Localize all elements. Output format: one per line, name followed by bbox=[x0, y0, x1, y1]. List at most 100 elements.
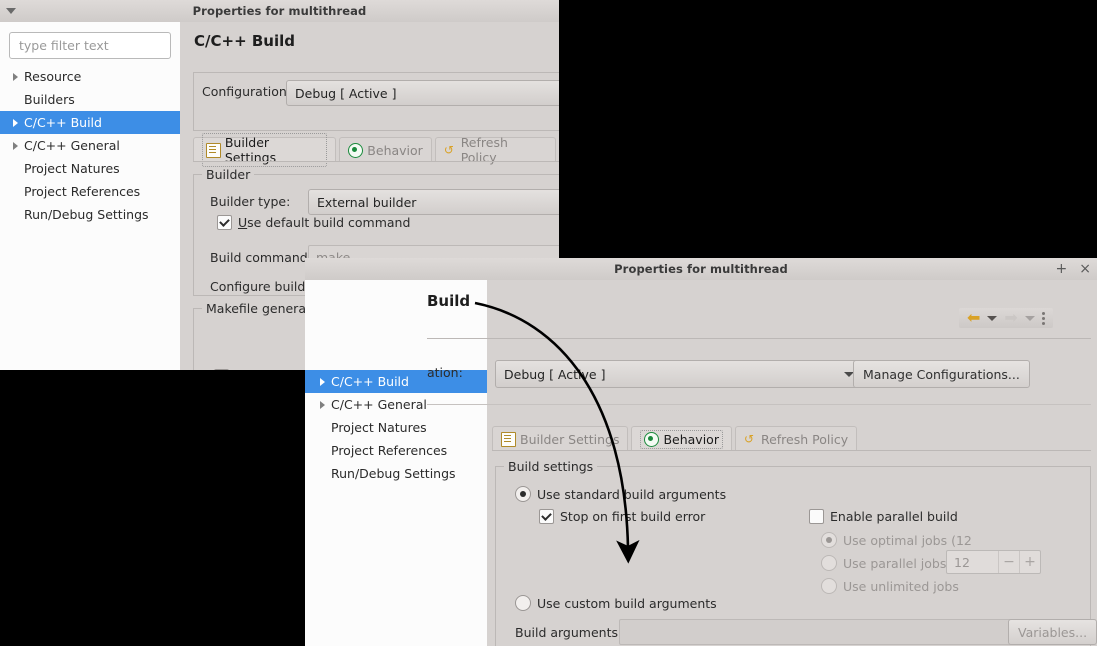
forward-arrow-icon[interactable]: ➡ bbox=[1004, 310, 1017, 326]
stepper-decrement-button[interactable]: − bbox=[999, 554, 1019, 570]
use-default-build-command-label: UUse default build commandse default bui… bbox=[238, 215, 411, 230]
window2-tabs[interactable]: Builder Settings Behavior ↺ Refresh Poli… bbox=[492, 425, 860, 451]
sidebar-item-run-debug-settings[interactable]: Run/Debug Settings bbox=[0, 203, 180, 226]
window2-tree-panel[interactable]: C/C++ Build C/C++ General Project Nature… bbox=[305, 280, 487, 646]
enable-parallel-build-checkbox[interactable] bbox=[809, 509, 824, 524]
sidebar-item-label: Run/Debug Settings bbox=[24, 207, 149, 222]
tab-builder-settings[interactable]: Builder Settings bbox=[193, 133, 337, 167]
sidebar-item-project-natures[interactable]: Project Natures bbox=[0, 157, 180, 180]
sidebar-item-project-references[interactable]: Project References bbox=[0, 180, 180, 203]
window1-menu-button[interactable] bbox=[6, 0, 16, 22]
use-unlimited-jobs-label: Use unlimited jobs bbox=[843, 578, 959, 594]
use-unlimited-jobs-radio[interactable] bbox=[821, 578, 837, 594]
sidebar-item-project-natures[interactable]: Project Natures bbox=[305, 416, 487, 439]
properties-window-2[interactable]: Properties for multithread + × C/C++ Bui… bbox=[305, 258, 1097, 646]
expand-twisty-icon[interactable] bbox=[8, 118, 22, 127]
use-unlimited-jobs-row[interactable]: Use unlimited jobs bbox=[821, 578, 959, 594]
window1-title: Properties for multithread bbox=[192, 4, 367, 18]
sidebar-item-label: Project Natures bbox=[331, 420, 427, 435]
navigation-toolbar[interactable]: ⬅ ➡ bbox=[959, 308, 1053, 328]
window1-tree-panel[interactable]: type filter text Resource Builders C/C++… bbox=[0, 22, 180, 370]
tab-refresh-policy[interactable]: ↺ Refresh Policy bbox=[734, 426, 858, 451]
sidebar-item-c-cpp-build[interactable]: C/C++ Build bbox=[0, 111, 180, 134]
page-title: C/C++ Build bbox=[194, 32, 295, 50]
tab-underline bbox=[492, 450, 1091, 451]
configuration-value: Debug [ Active ] bbox=[504, 366, 606, 382]
stepper-increment-button[interactable]: + bbox=[1020, 554, 1040, 570]
maximize-button[interactable]: + bbox=[1056, 262, 1068, 276]
configuration-combo[interactable]: Debug [ Active ] bbox=[495, 360, 861, 388]
window2-content: Build ⬅ ➡ ation: Debug [ Active ] Manage… bbox=[427, 280, 1097, 646]
sidebar-item-run-debug-settings[interactable]: Run/Debug Settings bbox=[305, 462, 487, 485]
builder-type-combo[interactable]: External builder bbox=[308, 189, 559, 215]
tab-builder-settings[interactable]: Builder Settings bbox=[492, 426, 629, 451]
close-button[interactable]: × bbox=[1079, 262, 1091, 276]
builder-group-legend: Builder bbox=[202, 167, 255, 182]
configuration-value: Debug [ Active ] bbox=[295, 85, 397, 101]
configuration-combo[interactable]: Debug [ Active ] bbox=[286, 80, 559, 106]
use-parallel-jobs-row[interactable]: Use parallel jobs: bbox=[821, 555, 951, 571]
sidebar-item-project-references[interactable]: Project References bbox=[305, 439, 487, 462]
generate-makefiles-checkbox[interactable] bbox=[214, 369, 229, 370]
desktop-backdrop-right bbox=[559, 0, 1097, 256]
use-standard-build-arguments-row[interactable]: Use standard build arguments bbox=[515, 486, 726, 502]
sidebar-item-label: C/C++ Build bbox=[24, 115, 102, 130]
sidebar-item-label: C/C++ General bbox=[331, 397, 427, 412]
back-history-chevron-down-icon[interactable] bbox=[987, 315, 998, 321]
back-arrow-icon[interactable]: ⬅ bbox=[967, 310, 980, 326]
window1-tabs[interactable]: Builder Settings Behavior ↺ Refresh Poli… bbox=[193, 133, 559, 167]
expand-twisty-icon[interactable] bbox=[315, 377, 329, 386]
caret-down-icon bbox=[6, 8, 16, 14]
use-optimal-jobs-radio[interactable] bbox=[821, 532, 837, 548]
parallel-jobs-stepper[interactable]: 12 − + bbox=[946, 550, 1041, 574]
builder-settings-icon bbox=[206, 142, 221, 158]
builder-settings-icon bbox=[501, 431, 516, 447]
tab-label: Behavior bbox=[663, 431, 719, 447]
variables-button[interactable]: Variables... bbox=[1008, 619, 1097, 645]
use-optimal-jobs-row[interactable]: Use optimal jobs (12 bbox=[821, 532, 972, 548]
behavior-icon bbox=[348, 142, 364, 158]
refresh-policy-icon: ↺ bbox=[443, 142, 454, 157]
use-standard-build-arguments-radio[interactable] bbox=[515, 486, 531, 502]
sidebar-item-label: C/C++ General bbox=[24, 138, 120, 153]
expand-twisty-icon[interactable] bbox=[315, 400, 329, 409]
stop-on-first-build-error-checkbox[interactable] bbox=[539, 509, 554, 524]
forward-history-chevron-down-icon[interactable] bbox=[1024, 315, 1035, 321]
view-menu-icon[interactable] bbox=[1041, 311, 1045, 325]
tab-behavior[interactable]: Behavior bbox=[631, 426, 732, 451]
manage-configurations-button[interactable]: Manage Configurations... bbox=[853, 360, 1030, 388]
expand-twisty-icon[interactable] bbox=[8, 72, 22, 81]
use-custom-build-arguments-radio[interactable] bbox=[515, 595, 531, 611]
build-arguments-input[interactable] bbox=[619, 619, 1019, 645]
builder-type-value: External builder bbox=[317, 194, 417, 210]
tab-underline bbox=[193, 161, 559, 162]
expand-twisty-icon[interactable] bbox=[8, 141, 22, 150]
use-custom-build-arguments-row[interactable]: Use custom build arguments bbox=[515, 595, 717, 611]
use-default-build-command-checkbox[interactable] bbox=[217, 215, 232, 230]
sidebar-item-resource[interactable]: Resource bbox=[0, 65, 180, 88]
tab-label: Refresh Policy bbox=[760, 431, 849, 447]
sidebar-item-c-cpp-general[interactable]: C/C++ General bbox=[0, 134, 180, 157]
stop-on-first-build-error-row[interactable]: Stop on first build error bbox=[539, 509, 705, 524]
enable-parallel-build-row[interactable]: Enable parallel build bbox=[809, 509, 958, 524]
behavior-icon bbox=[644, 431, 660, 447]
configuration-panel bbox=[427, 338, 1091, 339]
window1-titlebar[interactable]: Properties for multithread bbox=[0, 0, 559, 23]
use-parallel-jobs-radio[interactable] bbox=[821, 555, 837, 571]
sidebar-item-label: Project Natures bbox=[24, 161, 120, 176]
tab-behavior[interactable]: Behavior bbox=[339, 137, 432, 162]
manage-configurations-label: Manage Configurations... bbox=[863, 366, 1020, 382]
window2-title: Properties for multithread bbox=[614, 262, 788, 276]
use-default-build-command-row[interactable]: UUse default build commandse default bui… bbox=[217, 215, 410, 230]
parallel-jobs-value[interactable]: 12 bbox=[947, 555, 998, 570]
window2-body: C/C++ Build C/C++ General Project Nature… bbox=[305, 280, 1097, 646]
window2-titlebar[interactable]: Properties for multithread + × bbox=[305, 258, 1097, 281]
configuration-label: ation: bbox=[427, 365, 463, 380]
filter-input[interactable]: type filter text bbox=[9, 32, 171, 59]
config-separator bbox=[427, 404, 1091, 405]
stop-on-first-build-error-label: Stop on first build error bbox=[560, 509, 706, 524]
filter-placeholder: type filter text bbox=[19, 38, 109, 53]
sidebar-item-builders[interactable]: Builders bbox=[0, 88, 180, 111]
build-command-label: Build command: bbox=[210, 250, 312, 265]
tab-refresh-policy[interactable]: ↺ Refresh Policy bbox=[434, 135, 556, 165]
